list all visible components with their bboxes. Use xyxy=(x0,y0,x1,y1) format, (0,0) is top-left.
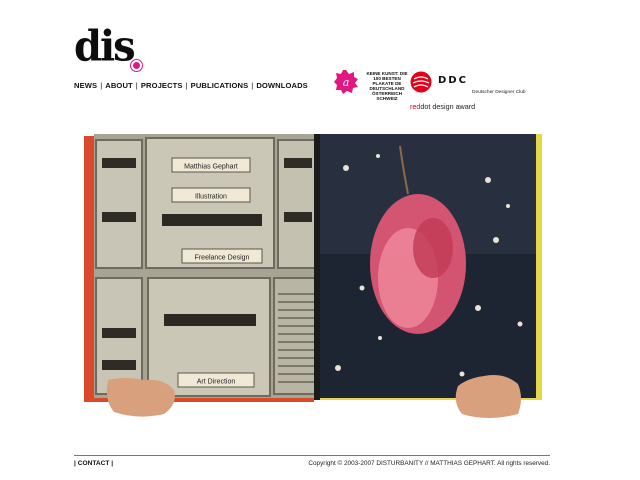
left-hand xyxy=(106,378,175,417)
mailbox-page: Matthias Gephart Illustration Freelance … xyxy=(94,134,317,398)
mailbox-label-art-direction: Art Direction xyxy=(197,379,236,386)
nav-publications[interactable]: PUBLICATIONS xyxy=(191,81,249,90)
hero-book-image: Matthias Gephart Illustration Freelance … xyxy=(84,134,542,418)
logo-dot-icon xyxy=(131,60,142,71)
main-nav: NEWS | ABOUT | PROJECTS | PUBLICATIONS |… xyxy=(74,81,308,90)
mailbox-label-illustration: Illustration xyxy=(195,194,227,201)
keine-kunst-badge-icon: a xyxy=(334,70,358,94)
nav-separator: | xyxy=(135,81,138,90)
reddot-dot: dot xyxy=(420,102,431,111)
awards-strip: a KEINE KUNST: DIE 100 BESTEN PLAKATE DE… xyxy=(334,68,534,112)
footer-contact: | CONTACT | xyxy=(74,460,113,467)
nav-projects[interactable]: PROJECTS xyxy=(141,81,183,90)
nav-downloads[interactable]: DOWNLOADS xyxy=(256,81,308,90)
nav-about[interactable]: ABOUT xyxy=(105,81,133,90)
svg-text:a: a xyxy=(343,76,350,89)
copyright-text: Copyright © 2003-2007 DISTURBANITY // MA… xyxy=(308,460,550,467)
bouquet-page xyxy=(320,134,536,398)
footer-separator: | xyxy=(111,460,114,467)
red-dot-icon xyxy=(410,71,432,93)
reddot-red: red xyxy=(410,102,421,111)
ddc-logo: DDC xyxy=(438,75,468,86)
ddc-caption: Deutscher Designer Club xyxy=(472,90,526,95)
reddot-suffix: design award xyxy=(430,102,476,111)
nav-separator: | xyxy=(100,81,103,90)
footer-divider xyxy=(74,455,550,456)
nav-separator: | xyxy=(185,81,188,90)
mailbox-label-freelance: Freelance Design xyxy=(195,255,250,262)
reddot-caption: reddot design award xyxy=(410,102,475,111)
nav-news[interactable]: NEWS xyxy=(74,81,97,90)
keine-kunst-text: KEINE KUNST: DIE 100 BESTEN PLAKATE DE D… xyxy=(366,71,408,101)
footer-separator: | xyxy=(74,460,76,467)
contact-link[interactable]: CONTACT xyxy=(78,460,110,467)
book-spine xyxy=(314,134,320,400)
logo[interactable]: dis xyxy=(74,22,146,78)
right-hand xyxy=(455,375,521,418)
nav-separator: | xyxy=(251,81,254,90)
logo-wordmark: dis xyxy=(74,21,136,72)
mailbox-label-name: Matthias Gephart xyxy=(184,164,238,171)
